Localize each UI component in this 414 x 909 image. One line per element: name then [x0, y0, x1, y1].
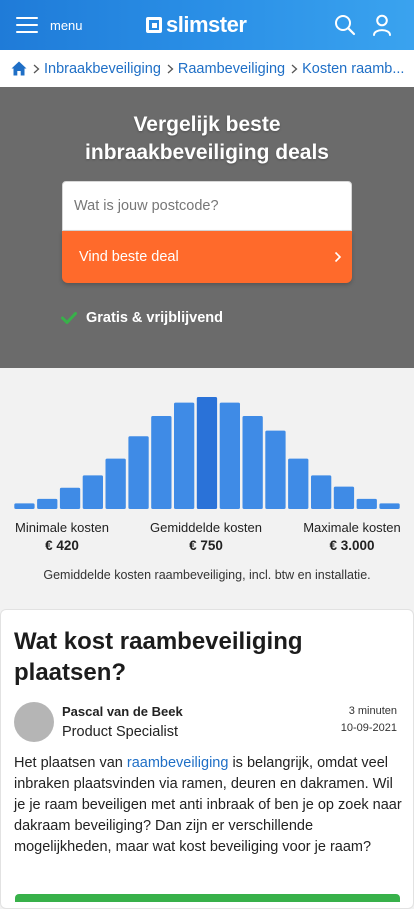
max-cost: Maximale kosten € 3.000 [296, 520, 408, 553]
search-button[interactable] [334, 14, 356, 36]
menu-button[interactable]: menu [16, 13, 83, 37]
chart-bar-9 [196, 397, 218, 509]
breadcrumb-label: Raambeveiliging [177, 60, 286, 77]
hero-title: Vergelijk beste inbraakbeveiliging deals [0, 111, 414, 167]
hero-section: Vergelijk beste inbraakbeveiliging deals… [0, 87, 414, 368]
slimster-logo[interactable]: slimster [146, 12, 247, 38]
publish-date: 10-09-2021 [340, 722, 397, 734]
chart-note: Gemiddelde kosten raambeveiliging, incl.… [43, 568, 371, 582]
chart-bar-17 [379, 503, 400, 509]
cost-distribution-chart [14, 397, 400, 509]
hero-title-line-2: inbraakbeveiliging deals [85, 141, 329, 164]
max-cost-label: Maximale kosten [303, 520, 401, 535]
chart-bar-10 [219, 402, 240, 509]
max-cost-value: € 3.000 [329, 538, 375, 553]
chart-bar-11 [242, 416, 263, 509]
avg-cost-value: € 750 [189, 538, 223, 553]
chart-bar-14 [311, 475, 332, 509]
breadcrumb-item-current[interactable]: Kosten raamb... [285, 61, 404, 77]
read-time: 3 minuten [348, 705, 397, 717]
chart-bar-7 [151, 416, 172, 509]
chart-bar-1 [14, 503, 35, 509]
breadcrumb-label: Inbraakbeveiliging [44, 60, 161, 77]
breadcrumb-item-inbraakbeveiliging[interactable]: Inbraakbeveiliging [27, 61, 161, 77]
home-icon[interactable] [11, 61, 27, 76]
postcode-input[interactable] [62, 181, 352, 231]
chart-bar-15 [333, 486, 355, 509]
chevron-right-icon [291, 64, 298, 73]
cost-chart-section: Minimale kosten € 420 Gemiddelde kosten … [0, 368, 414, 608]
logo-mark-icon [146, 17, 162, 33]
chart-bar-2 [37, 498, 58, 509]
chart-bar-5 [105, 458, 126, 509]
logo-text: slimster [166, 12, 247, 37]
chart-bar-16 [356, 498, 377, 509]
hamburger-icon [16, 17, 38, 33]
min-cost-value: € 420 [45, 538, 79, 553]
check-icon [61, 312, 77, 324]
search-icon [335, 15, 356, 36]
free-notice: Gratis & vrijblijvend [61, 310, 223, 326]
find-best-deal-button[interactable]: Vind beste deal [62, 231, 352, 283]
user-icon [373, 14, 391, 36]
avatar [14, 702, 54, 742]
chart-bar-12 [265, 430, 286, 509]
chevron-right-icon [33, 64, 40, 73]
breadcrumb: Inbraakbeveiliging Raambeveiliging Koste… [0, 50, 414, 87]
article-title: Wat kost raambeveiliging plaatsen? [14, 628, 303, 686]
find-best-deal-label: Vind beste deal [79, 249, 179, 265]
free-label: Gratis & vrijblijvend [86, 310, 223, 326]
raambeveiliging-link[interactable]: raambeveiliging [127, 755, 229, 771]
green-cta-bar[interactable] [15, 894, 400, 902]
article-card: Wat kost raambeveiliging plaatsen? Pasca… [0, 609, 414, 909]
breadcrumb-item-raambeveiliging[interactable]: Raambeveiliging [161, 61, 285, 77]
chart-bar-3 [59, 487, 81, 509]
chart-bar-4 [82, 475, 103, 509]
chevron-right-icon [334, 251, 342, 263]
chart-bar-8 [174, 402, 195, 509]
avg-cost-label: Gemiddelde kosten [149, 520, 262, 535]
account-button[interactable] [371, 14, 393, 36]
hero-title-line-1: Vergelijk beste [133, 113, 281, 136]
avg-cost: Gemiddelde kosten € 750 [142, 520, 270, 553]
min-cost: Minimale kosten € 420 [8, 520, 116, 553]
chart-bar-6 [128, 436, 149, 509]
author-role: Product Specialist [62, 724, 179, 740]
article-intro: Het plaatsen van raambeveiliging is bela… [14, 753, 406, 858]
menu-label: menu [50, 17, 83, 33]
breadcrumb-label: Kosten raamb... [302, 60, 405, 77]
top-header: menu slimster [0, 0, 414, 50]
author-name[interactable]: Pascal van de Beek [62, 704, 183, 719]
chevron-right-icon [167, 64, 174, 73]
chart-bar-13 [288, 458, 309, 509]
min-cost-label: Minimale kosten [15, 520, 109, 535]
intro-text-start: Het plaatsen van [14, 755, 127, 771]
